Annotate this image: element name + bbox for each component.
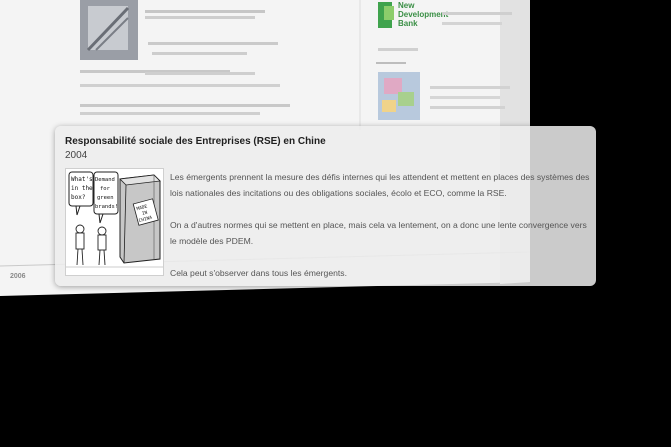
paragraph-1: Les émergents prennent la mesure des déf… [170, 172, 590, 198]
paragraph-3: Cela peut s'observer dans tous les émerg… [170, 268, 347, 278]
svg-text:Development: Development [398, 10, 449, 19]
svg-text:brands!: brands! [95, 204, 118, 210]
info-card: Responsabilité sociale des Entreprises (… [55, 126, 596, 286]
cartoon-image: What's in the box? Demand for green bran… [65, 168, 164, 276]
svg-text:Bank: Bank [398, 19, 418, 28]
svg-text:green: green [97, 195, 114, 201]
card-year: 2004 [65, 150, 88, 161]
svg-text:What's: What's [71, 176, 93, 183]
svg-text:in the: in the [71, 185, 93, 192]
paragraph-2: On a d'autres normes qui se mettent en p… [170, 220, 587, 246]
card-title: Responsabilité sociale des Entreprises (… [65, 136, 326, 147]
svg-text:box?: box? [71, 194, 86, 201]
svg-text:Demand: Demand [95, 177, 115, 183]
svg-text:New: New [398, 1, 415, 10]
svg-text:2006: 2006 [10, 273, 26, 280]
svg-text:for: for [100, 186, 111, 192]
card-description: Les émergents prennent la mesure des déf… [170, 169, 590, 281]
stage: New Development Bank 2006 Responsabilité… [0, 0, 671, 447]
